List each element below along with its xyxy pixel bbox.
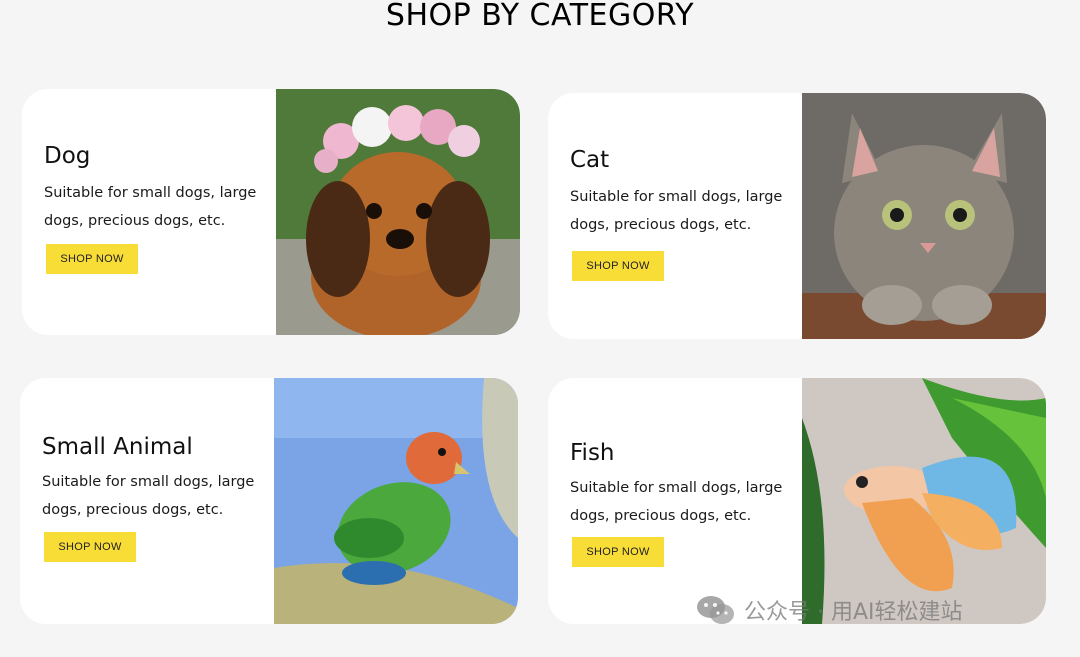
- watermark: 公众号 · 用AI轻松建站: [696, 594, 963, 626]
- watermark-text: 公众号 · 用AI轻松建站: [744, 600, 963, 625]
- category-name: Cat: [570, 147, 610, 173]
- puppy-image: [276, 89, 520, 335]
- category-card-dog[interactable]: Dog Suitable for small dogs, large dogs,…: [22, 89, 520, 335]
- wechat-icon: [697, 596, 734, 624]
- category-card-fish[interactable]: Fish Suitable for small dogs, large dogs…: [548, 378, 1046, 624]
- kitten-image: [802, 93, 1046, 339]
- category-description: Suitable for small dogs, large dogs, pre…: [570, 189, 783, 233]
- category-name: Fish: [570, 440, 615, 466]
- category-card-small-animal[interactable]: Small Animal Suitable for small dogs, la…: [20, 378, 518, 624]
- shop-now-button[interactable]: SHOP NOW: [572, 251, 664, 281]
- shop-now-button[interactable]: SHOP NOW: [46, 244, 138, 274]
- betta-fish-image: [802, 378, 1046, 624]
- category-card-cat[interactable]: Cat Suitable for small dogs, large dogs,…: [548, 93, 1046, 339]
- category-description: Suitable for small dogs, large dogs, pre…: [42, 474, 255, 518]
- shop-now-button[interactable]: SHOP NOW: [572, 537, 664, 567]
- category-description: Suitable for small dogs, large dogs, pre…: [570, 480, 783, 524]
- page-title: SHOP BY CATEGORY: [385, 0, 695, 33]
- category-name: Small Animal: [42, 434, 193, 460]
- category-description: Suitable for small dogs, large dogs, pre…: [44, 185, 257, 229]
- category-name: Dog: [44, 143, 91, 169]
- parrot-image: [274, 378, 518, 624]
- shop-now-button[interactable]: SHOP NOW: [44, 532, 136, 562]
